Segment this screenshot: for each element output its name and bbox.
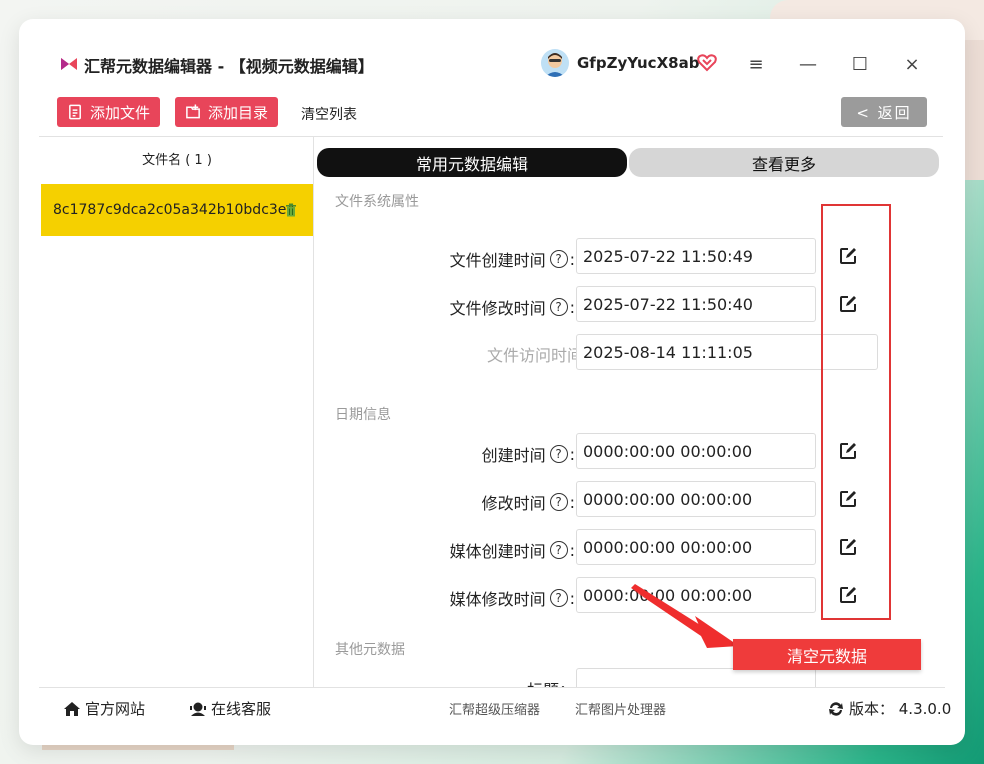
media-created-label: 媒体创建时间 ? : (450, 538, 575, 562)
modified-input[interactable]: 0000:00:00 00:00:00 (576, 481, 816, 517)
home-icon (64, 701, 80, 716)
file-created-input[interactable]: 2025-07-22 11:50:49 (576, 238, 816, 274)
created-label: 创建时间 ? : (482, 442, 575, 466)
label-colon: : (569, 297, 575, 317)
label-text: 文件创建时间 (449, 251, 546, 270)
created-input[interactable]: 0000:00:00 00:00:00 (576, 433, 816, 469)
official-website-link[interactable]: 官方网站 (63, 698, 145, 719)
clear-metadata-button[interactable]: 清空元数据 (733, 639, 921, 670)
media-modified-label: 媒体修改时间 ? : (450, 586, 575, 610)
add-file-button[interactable]: 添加文件 (57, 97, 160, 127)
section-title-other: 其他元数据 (335, 642, 405, 658)
label-colon: : (569, 492, 575, 512)
label-colon: : (569, 588, 575, 608)
tab-view-more[interactable]: 查看更多 (629, 148, 939, 177)
avatar[interactable] (541, 49, 569, 77)
online-support-label: 在线客服 (211, 700, 272, 718)
section-title-filesystem: 文件系统属性 (335, 194, 419, 210)
add-file-label: 添加文件 (89, 103, 150, 122)
avatar-icon (541, 49, 569, 77)
file-list-item[interactable]: 8c1787c9dca2c05a342b10bdc3e4 (41, 184, 313, 236)
tab-common-metadata[interactable]: 常用元数据编辑 (317, 148, 627, 177)
minimize-icon[interactable]: — (793, 49, 823, 79)
close-icon[interactable]: × (897, 49, 927, 79)
username[interactable]: GfpZyYucX8ab (577, 54, 699, 72)
maximize-icon[interactable]: ☐ (845, 49, 875, 79)
add-directory-button[interactable]: 添加目录 (175, 97, 278, 127)
compressor-link[interactable]: 汇帮超级压缩器 (449, 699, 540, 718)
label-text: 修改时间 (481, 494, 546, 513)
label-colon: : (569, 249, 575, 269)
media-created-input[interactable]: 0000:00:00 00:00:00 (576, 529, 816, 565)
back-button[interactable]: < 返回 (841, 97, 927, 127)
help-icon[interactable]: ? (549, 589, 568, 607)
window-title: 汇帮元数据编辑器 - 【视频元数据编辑】 (84, 57, 374, 76)
background-decoration (42, 745, 234, 750)
label-colon: : (569, 444, 575, 464)
label-text: 创建时间 (481, 446, 546, 465)
image-tool-link[interactable]: 汇帮图片处理器 (575, 699, 666, 718)
help-icon[interactable]: ? (549, 298, 568, 316)
clear-list-button[interactable]: 清空列表 (301, 104, 357, 124)
version-label: 版本： 4.3.0.0 (849, 700, 952, 718)
help-icon[interactable]: ? (549, 541, 568, 559)
online-support-link[interactable]: 在线客服 (189, 698, 271, 719)
file-name: 8c1787c9dca2c05a342b10bdc3e4 (53, 202, 296, 218)
add-file-icon (69, 104, 81, 120)
add-directory-label: 添加目录 (207, 103, 268, 122)
vip-heart-icon[interactable] (697, 53, 717, 73)
highlight-box (821, 204, 891, 620)
app-logo-icon (61, 58, 77, 70)
label-text: 媒体创建时间 (449, 542, 546, 561)
background-decoration (962, 40, 984, 180)
support-icon (190, 702, 206, 716)
help-icon[interactable]: ? (549, 250, 568, 268)
pointer-arrow-icon (631, 584, 739, 648)
label-text: 文件访问时间 (486, 346, 583, 365)
label-text: 标题： (527, 677, 575, 687)
file-accessed-label: 文件访问时间 (487, 342, 583, 366)
section-title-date: 日期信息 (335, 407, 391, 423)
delete-icon[interactable] (285, 203, 297, 217)
label-text: 媒体修改时间 (449, 590, 546, 609)
title-bar: 汇帮元数据编辑器 - 【视频元数据编辑】 GfpZyYucX8ab ≡ — ☐ … (19, 19, 965, 91)
add-folder-icon (186, 104, 200, 119)
title-input[interactable] (576, 668, 816, 687)
file-created-label: 文件创建时间 ? : (450, 247, 575, 271)
footer: 官方网站 在线客服 汇帮超级压缩器 汇帮图片处理器 版本： 4.3.0.0 (39, 687, 951, 727)
file-list-header: 文件名 ( 1 ) (142, 152, 212, 168)
help-icon[interactable]: ? (549, 445, 568, 463)
version-info[interactable]: 版本： 4.3.0.0 (827, 698, 951, 719)
menu-icon[interactable]: ≡ (741, 49, 771, 79)
help-icon[interactable]: ? (549, 493, 568, 511)
modified-label: 修改时间 ? : (482, 490, 575, 514)
official-website-label: 官方网站 (85, 700, 146, 718)
file-modified-label: 文件修改时间 ? : (450, 295, 575, 319)
label-text: 文件修改时间 (449, 299, 546, 318)
label-colon: : (569, 540, 575, 560)
toolbar: 添加文件 添加目录 清空列表 < 返回 (19, 91, 965, 135)
file-modified-input[interactable]: 2025-07-22 11:50:40 (576, 286, 816, 322)
app-window: 汇帮元数据编辑器 - 【视频元数据编辑】 GfpZyYucX8ab ≡ — ☐ … (19, 19, 965, 745)
refresh-icon (829, 701, 843, 716)
file-list-panel: 文件名 ( 1 ) 8c1787c9dca2c05a342b10bdc3e4 (41, 137, 314, 687)
title-label: 标题： (527, 677, 575, 687)
